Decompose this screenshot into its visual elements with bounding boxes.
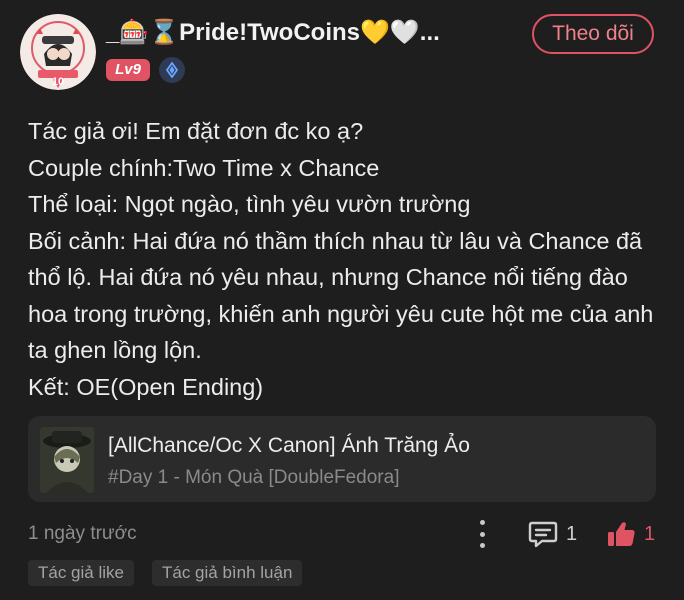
comment-count: 1 [566, 522, 578, 545]
comment-button[interactable]: 1 [528, 520, 577, 548]
story-title: [AllChance/Oc X Canon] Ánh Trăng Ảo [108, 434, 470, 457]
story-cover-image [40, 427, 94, 493]
tag-author-commented: Tác giả bình luận [152, 560, 303, 586]
like-button[interactable]: 1 [606, 520, 655, 548]
follow-button[interactable]: Theo dõi [532, 14, 654, 54]
story-chapter: #Day 1 - Món Quà [DoubleFedora] [108, 467, 400, 488]
post-body-line: Bối cảnh: Hai đứa nó thầm thích nhau từ … [28, 227, 654, 364]
post-body-line: Kết: OE(Open Ending) [28, 373, 264, 400]
verified-icon [159, 57, 185, 83]
author-name[interactable]: _🎰⌛Pride!TwoCoins💛🤍... [106, 18, 440, 47]
post-body-line: Couple chính:Two Time x Chance [28, 154, 380, 181]
more-options-icon[interactable] [476, 520, 488, 548]
comment-icon [528, 521, 558, 548]
post-header: 10 _🎰⌛Pride!TwoCoins💛🤍... Lv9 Theo dõi [20, 12, 664, 90]
post-body-line: Thể loại: Ngọt ngào, tình yêu vườn trườn… [28, 191, 471, 217]
level-badge: Lv9 [106, 59, 150, 81]
post-body-line: Tác giả ơi! Em đặt đơn đc ko ạ? [28, 118, 364, 144]
story-card[interactable]: [AllChance/Oc X Canon] Ánh Trăng Ảo #Day… [28, 416, 656, 502]
author-avatar[interactable]: 10 [20, 14, 96, 90]
avatar-badge-number: 10 [52, 76, 64, 88]
post-time: 1 ngày trước [28, 523, 137, 544]
like-count: 1 [644, 522, 656, 545]
post-body: Tác giả ơi! Em đặt đơn đc ko ạ? Couple c… [28, 113, 658, 405]
thumbs-up-icon [608, 522, 635, 546]
tag-author-liked: Tác giả like [28, 560, 134, 586]
post-footer: 1 ngày trước 1 1 [28, 520, 656, 550]
